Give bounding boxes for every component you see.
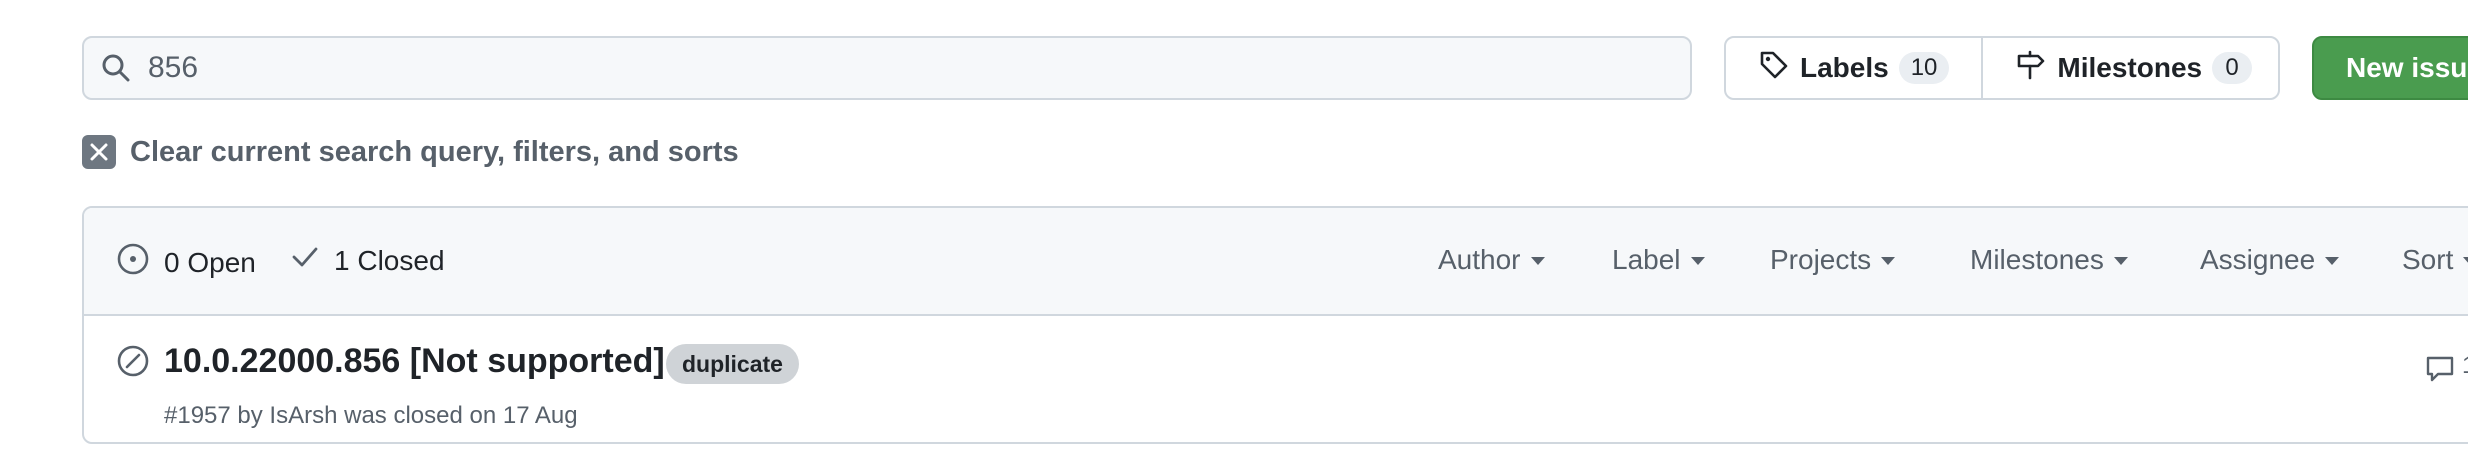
closed-issues-label: 1 Closed (334, 244, 445, 276)
clear-search-button[interactable]: Clear current search query, filters, and… (82, 134, 739, 170)
issue-row[interactable]: 10.0.22000.856 [Not supported] duplicate… (84, 316, 2468, 442)
sort-filter[interactable]: Sort (2402, 244, 2468, 276)
issue-meta: #1957 by IsArsh was closed on 17 Aug (164, 402, 578, 429)
search-input-container[interactable] (82, 36, 1692, 100)
comment-icon[interactable] (2424, 352, 2456, 389)
clear-search-label: Clear current search query, filters, and… (130, 135, 739, 168)
issue-opened-icon (116, 242, 150, 283)
sort-filter-label: Sort (2402, 244, 2454, 275)
labels-count: 10 (1898, 52, 1950, 84)
milestones-button[interactable]: Milestones 0 (1981, 38, 2278, 98)
projects-filter-label: Projects (1770, 244, 1872, 275)
labels-button-label: Labels (1800, 52, 1889, 83)
assignee-filter[interactable]: Assignee (2200, 244, 2340, 276)
author-filter-label: Author (1438, 244, 1521, 275)
open-issues-label: 0 Open (164, 246, 256, 278)
new-issue-label: New issue (2346, 52, 2468, 83)
milestone-icon (2015, 49, 2047, 88)
issues-list-header: 0 Open 1 Closed Author Label Projects Mi… (84, 208, 2468, 316)
open-issues-tab[interactable]: 0 Open (116, 242, 256, 283)
projects-filter[interactable]: Projects (1770, 244, 1896, 276)
duplicate-label-badge[interactable]: duplicate (666, 344, 799, 384)
chevron-down-icon (1690, 257, 1705, 265)
label-filter[interactable]: Label (1612, 244, 1705, 276)
assignee-filter-label: Assignee (2200, 244, 2316, 275)
new-issue-button[interactable]: New issue (2312, 36, 2468, 100)
tag-icon (1758, 49, 1790, 88)
milestones-button-label: Milestones (2057, 52, 2203, 83)
issue-title-link[interactable]: 10.0.22000.856 [Not supported] (164, 342, 665, 381)
label-filter-label: Label (1612, 244, 1681, 275)
search-input[interactable] (148, 51, 1548, 85)
labels-button[interactable]: Labels 10 (1726, 38, 1981, 98)
chevron-down-icon (1530, 257, 1545, 265)
labels-milestones-group: Labels 10 Milestones 0 (1724, 36, 2280, 100)
chevron-down-icon (2113, 257, 2128, 265)
milestones-count: 0 (2212, 52, 2253, 84)
issue-not-planned-icon (116, 344, 150, 383)
chevron-down-icon (2325, 257, 2340, 265)
milestones-filter[interactable]: Milestones (1970, 244, 2128, 276)
x-icon (82, 135, 116, 169)
search-icon (100, 52, 132, 84)
check-icon (290, 242, 320, 279)
issues-list: 0 Open 1 Closed Author Label Projects Mi… (82, 206, 2468, 444)
milestones-filter-label: Milestones (1970, 244, 2104, 275)
closed-issues-tab[interactable]: 1 Closed (290, 242, 445, 279)
chevron-down-icon (2463, 257, 2468, 265)
author-filter[interactable]: Author (1438, 244, 1545, 276)
chevron-down-icon (1881, 257, 1896, 265)
comment-count[interactable]: 1 (2462, 352, 2468, 380)
